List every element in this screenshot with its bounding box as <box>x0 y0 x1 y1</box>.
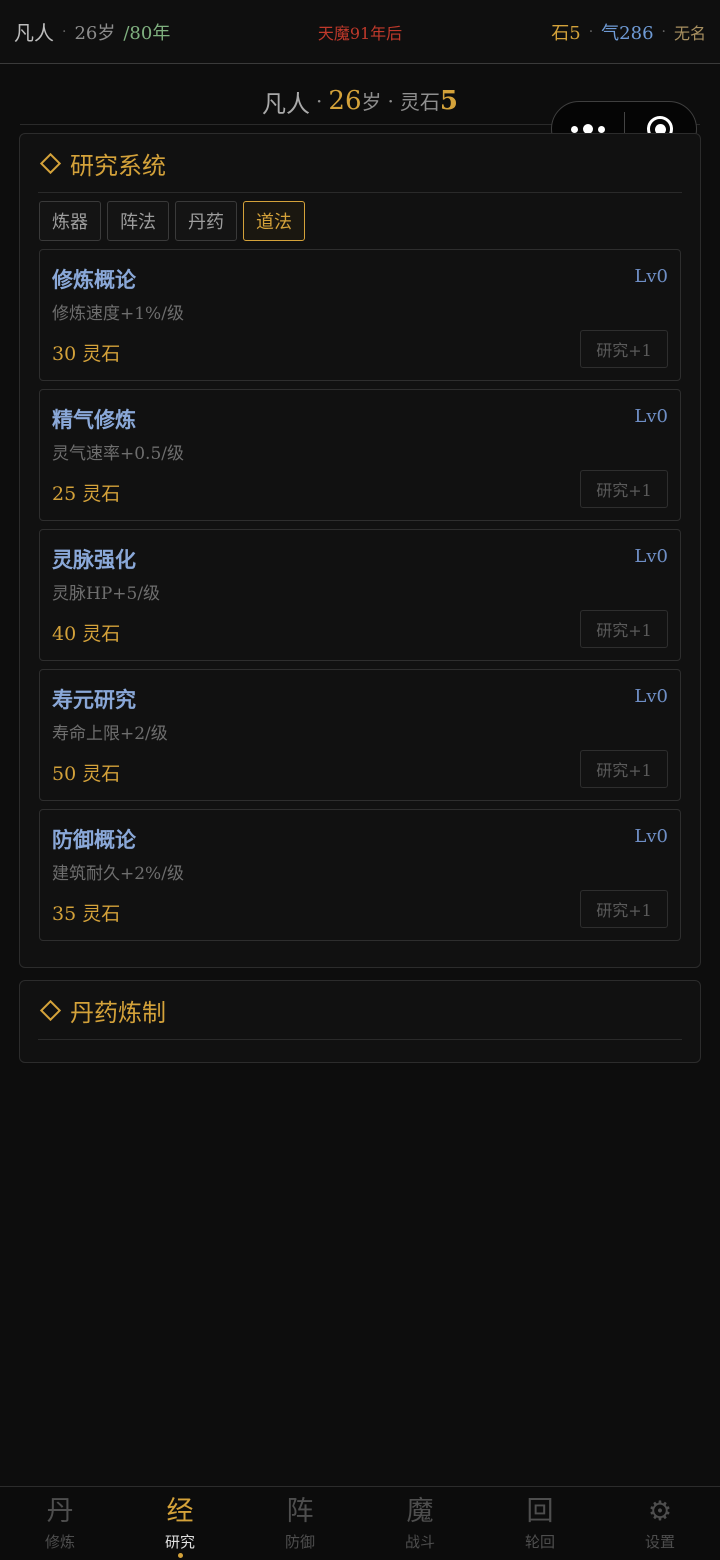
diamond-icon <box>39 152 62 174</box>
nav-reincarnation[interactable]: 回 轮回 <box>480 1487 600 1560</box>
research-button[interactable]: 研究+1 <box>580 330 668 368</box>
status-right: 石5 · 气286 · 无名 <box>551 19 706 45</box>
more-icon <box>597 125 605 133</box>
research-item-desc: 灵脉HP+5/级 <box>52 584 161 604</box>
summary-age: 26 <box>328 86 362 116</box>
research-item: 精气修炼 Lv0 灵气速率+0.5/级 25 灵石 研究+1 <box>39 389 681 521</box>
active-indicator <box>177 1553 183 1558</box>
gear-icon: ⚙ <box>647 1496 673 1527</box>
realm-label: 凡人 <box>14 21 54 45</box>
research-item-cost: 25 灵石 <box>52 483 121 505</box>
status-left: 凡人 · 26岁 /80年 <box>14 17 170 46</box>
tab-dao[interactable]: 道法 <box>243 201 305 241</box>
bottom-nav: 丹 修炼 经 研究 阵 防御 魔 战斗 回 轮回 ⚙ 设置 <box>0 1486 720 1560</box>
research-item-desc: 灵气速率+0.5/级 <box>52 444 185 464</box>
tab-formation[interactable]: 阵法 <box>107 201 169 241</box>
separator: · <box>62 23 67 40</box>
separator: · <box>661 23 666 40</box>
more-icon <box>570 125 578 133</box>
research-list: 修炼概论 Lv0 修炼速度+1%/级 30 灵石 研究+1 精气修炼 Lv0 灵… <box>39 249 681 941</box>
research-tabs: 炼器 阵法 丹药 道法 <box>39 201 700 241</box>
demon-icon: 魔 <box>406 1496 434 1527</box>
formation-icon: 阵 <box>286 1496 314 1527</box>
research-item-level: Lv0 <box>634 546 668 567</box>
nav-defense[interactable]: 阵 防御 <box>240 1487 360 1560</box>
research-item: 灵脉强化 Lv0 灵脉HP+5/级 40 灵石 研究+1 <box>39 529 681 661</box>
research-item-name: 寿元研究 <box>52 687 136 712</box>
research-panel: 研究系统 炼器 阵法 丹药 道法 修炼概论 Lv0 修炼速度+1%/级 30 灵… <box>19 133 701 968</box>
research-item: 防御概论 Lv0 建筑耐久+2%/级 35 灵石 研究+1 <box>39 809 681 941</box>
nav-label: 研究 <box>164 1533 195 1551</box>
stone-count: 石5 <box>551 22 581 44</box>
nav-battle[interactable]: 魔 战斗 <box>360 1487 480 1560</box>
summary-age-unit: 岁 <box>361 90 382 114</box>
alchemy-title-text: 丹药炼制 <box>70 998 166 1027</box>
research-button[interactable]: 研究+1 <box>580 890 668 928</box>
research-item-name: 灵脉强化 <box>52 547 136 572</box>
research-item-level: Lv0 <box>634 826 668 847</box>
research-item: 寿元研究 Lv0 寿命上限+2/级 50 灵石 研究+1 <box>39 669 681 801</box>
research-item-cost: 50 灵石 <box>52 763 121 785</box>
separator: · <box>588 23 594 40</box>
qi-count: 气286 <box>601 22 654 44</box>
research-item-cost: 35 灵石 <box>52 903 121 925</box>
nav-research[interactable]: 经 研究 <box>120 1487 240 1560</box>
research-item-cost: 30 灵石 <box>52 343 121 365</box>
player-name: 无名 <box>673 23 706 43</box>
research-item-name: 精气修炼 <box>52 407 136 432</box>
research-item-level: Lv0 <box>634 406 668 427</box>
research-item-desc: 寿命上限+2/级 <box>52 724 168 744</box>
research-item-level: Lv0 <box>634 266 668 287</box>
nav-label: 战斗 <box>404 1533 435 1551</box>
research-item: 修炼概论 Lv0 修炼速度+1%/级 30 灵石 研究+1 <box>39 249 681 381</box>
research-item-name: 修炼概论 <box>52 267 136 292</box>
lifespan-label: /80年 <box>123 22 171 44</box>
diamond-icon <box>39 999 62 1021</box>
research-item-name: 防御概论 <box>52 827 136 852</box>
summary-stone-label: 灵石 <box>399 90 440 114</box>
pill-icon: 丹 <box>46 1496 74 1527</box>
cycle-icon: 回 <box>526 1496 554 1527</box>
nav-label: 防御 <box>284 1533 315 1551</box>
research-title: 研究系统 <box>38 134 682 193</box>
nav-settings[interactable]: ⚙ 设置 <box>600 1487 720 1560</box>
age-label: 26岁 <box>74 22 116 44</box>
alchemy-panel: 丹药炼制 <box>19 980 701 1063</box>
research-button[interactable]: 研究+1 <box>580 610 668 648</box>
research-item-cost: 40 灵石 <box>52 623 121 645</box>
research-item-desc: 建筑耐久+2%/级 <box>52 864 184 884</box>
scripture-icon: 经 <box>166 1496 194 1527</box>
tab-pill[interactable]: 丹药 <box>175 201 237 241</box>
nav-label: 修炼 <box>44 1533 75 1551</box>
summary-stone: 5 <box>439 86 458 116</box>
alchemy-title[interactable]: 丹药炼制 <box>38 981 682 1040</box>
summary-sep: · <box>316 89 323 113</box>
summary-realm: 凡人 <box>262 89 311 118</box>
nav-label: 轮回 <box>524 1533 555 1551</box>
research-item-desc: 修炼速度+1%/级 <box>52 304 184 324</box>
tab-forging[interactable]: 炼器 <box>39 201 101 241</box>
nav-label: 设置 <box>644 1533 675 1551</box>
status-bar: 凡人 · 26岁 /80年 天魔91年后 石5 · 气286 · 无名 <box>0 0 720 64</box>
summary-sep: · <box>387 89 394 113</box>
research-button[interactable]: 研究+1 <box>580 750 668 788</box>
research-item-level: Lv0 <box>634 686 668 707</box>
nav-cultivate[interactable]: 丹 修炼 <box>0 1487 120 1560</box>
research-title-text: 研究系统 <box>70 151 166 180</box>
research-button[interactable]: 研究+1 <box>580 470 668 508</box>
